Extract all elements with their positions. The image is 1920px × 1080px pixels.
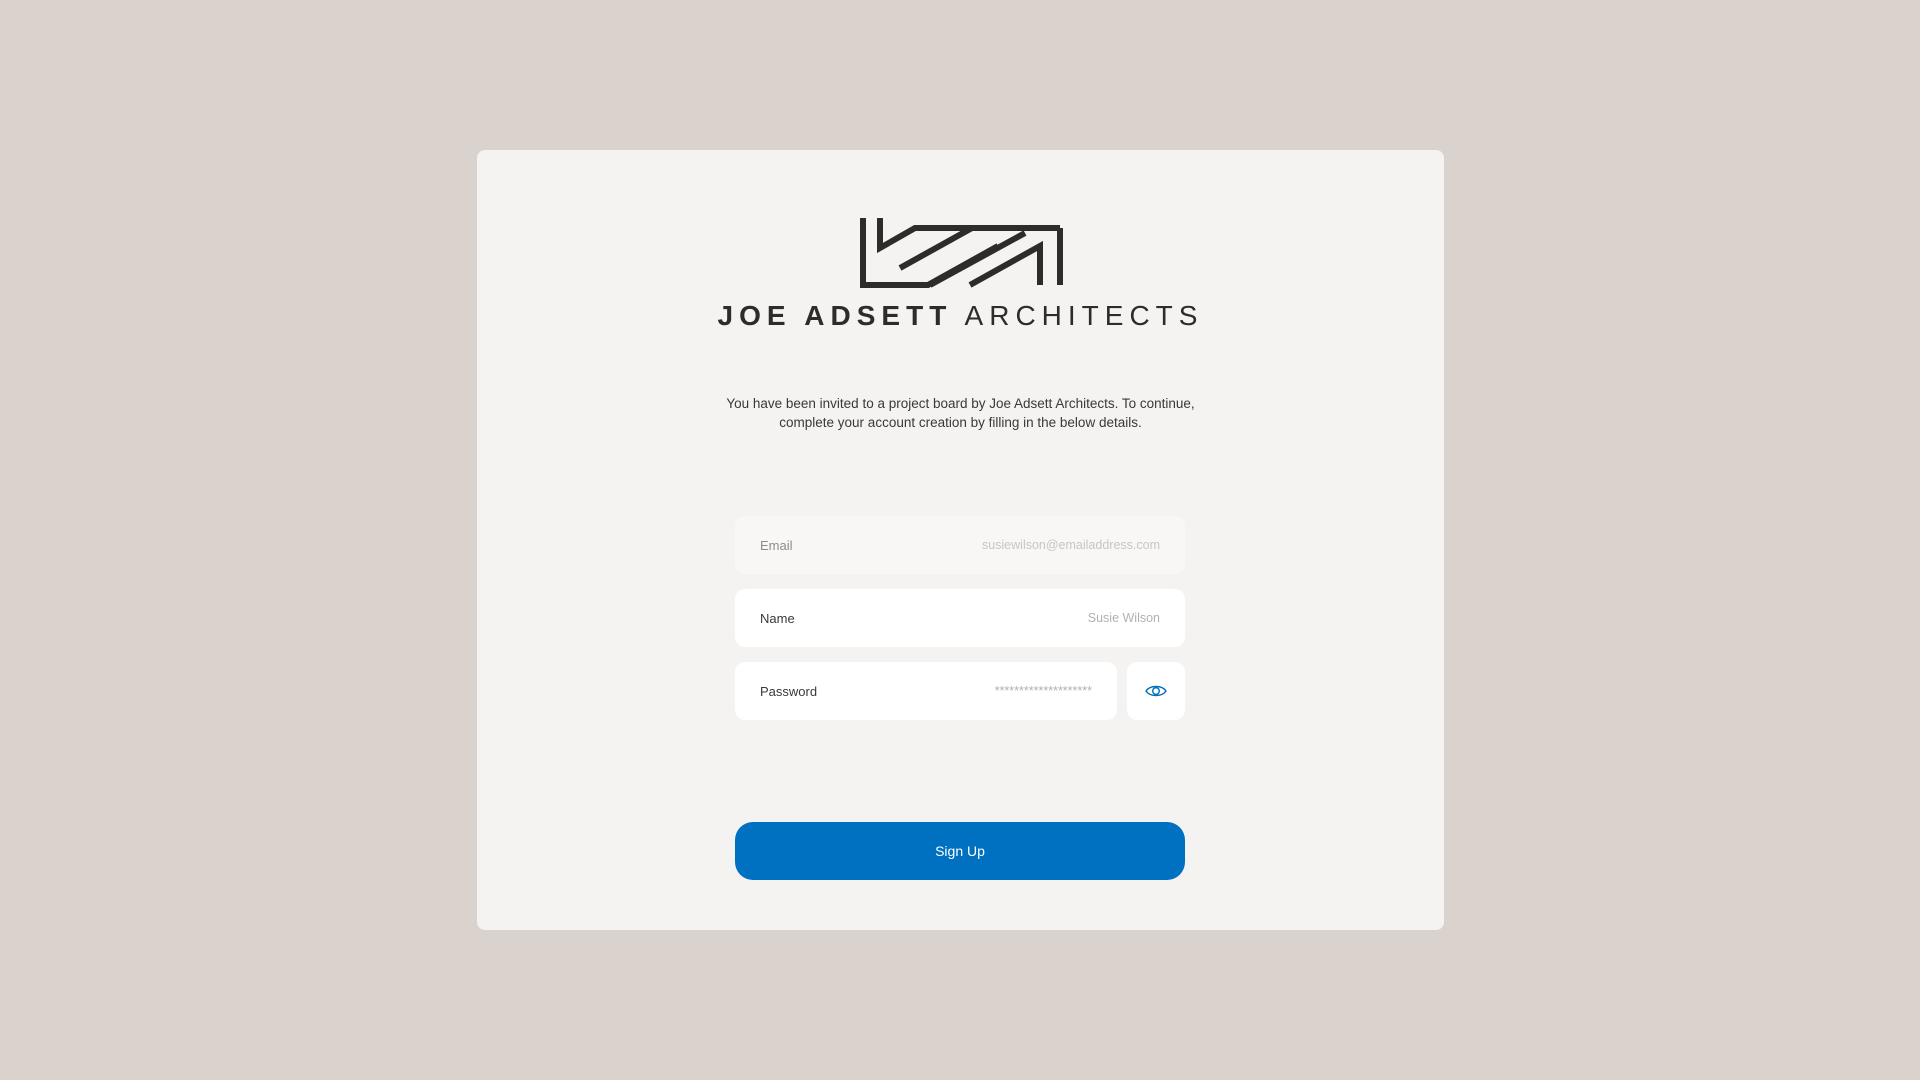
email-label: Email — [760, 537, 793, 553]
password-field[interactable]: Password ******************** — [735, 662, 1117, 720]
intro-text: You have been invited to a project board… — [477, 394, 1444, 432]
email-value: susiewilson@emailaddress.com — [981, 538, 1160, 552]
brand-name-light: ARCHITECTS — [964, 300, 1204, 331]
sign-up-button[interactable]: Sign Up — [735, 822, 1185, 880]
name-value[interactable]: Susie Wilson — [1088, 611, 1160, 625]
name-field[interactable]: Name Susie Wilson — [735, 589, 1185, 647]
brand-name-bold: JOE ADSETT — [717, 300, 953, 331]
show-password-button[interactable] — [1127, 662, 1185, 720]
signup-card: JOE ADSETT ARCHITECTS You have been invi… — [477, 150, 1444, 930]
intro-line-1: You have been invited to a project board… — [726, 396, 1195, 411]
joe-adsett-logo-mark — [860, 218, 1063, 288]
password-label: Password — [760, 683, 818, 699]
brand-wordmark: JOE ADSETT ARCHITECTS — [477, 300, 1444, 332]
intro-line-2: complete your account creation by fillin… — [779, 415, 1142, 430]
eye-icon — [1145, 685, 1167, 697]
email-field: Email susiewilson@emailaddress.com — [735, 516, 1185, 574]
password-value[interactable]: ******************** — [995, 684, 1092, 698]
name-label: Name — [760, 610, 795, 626]
